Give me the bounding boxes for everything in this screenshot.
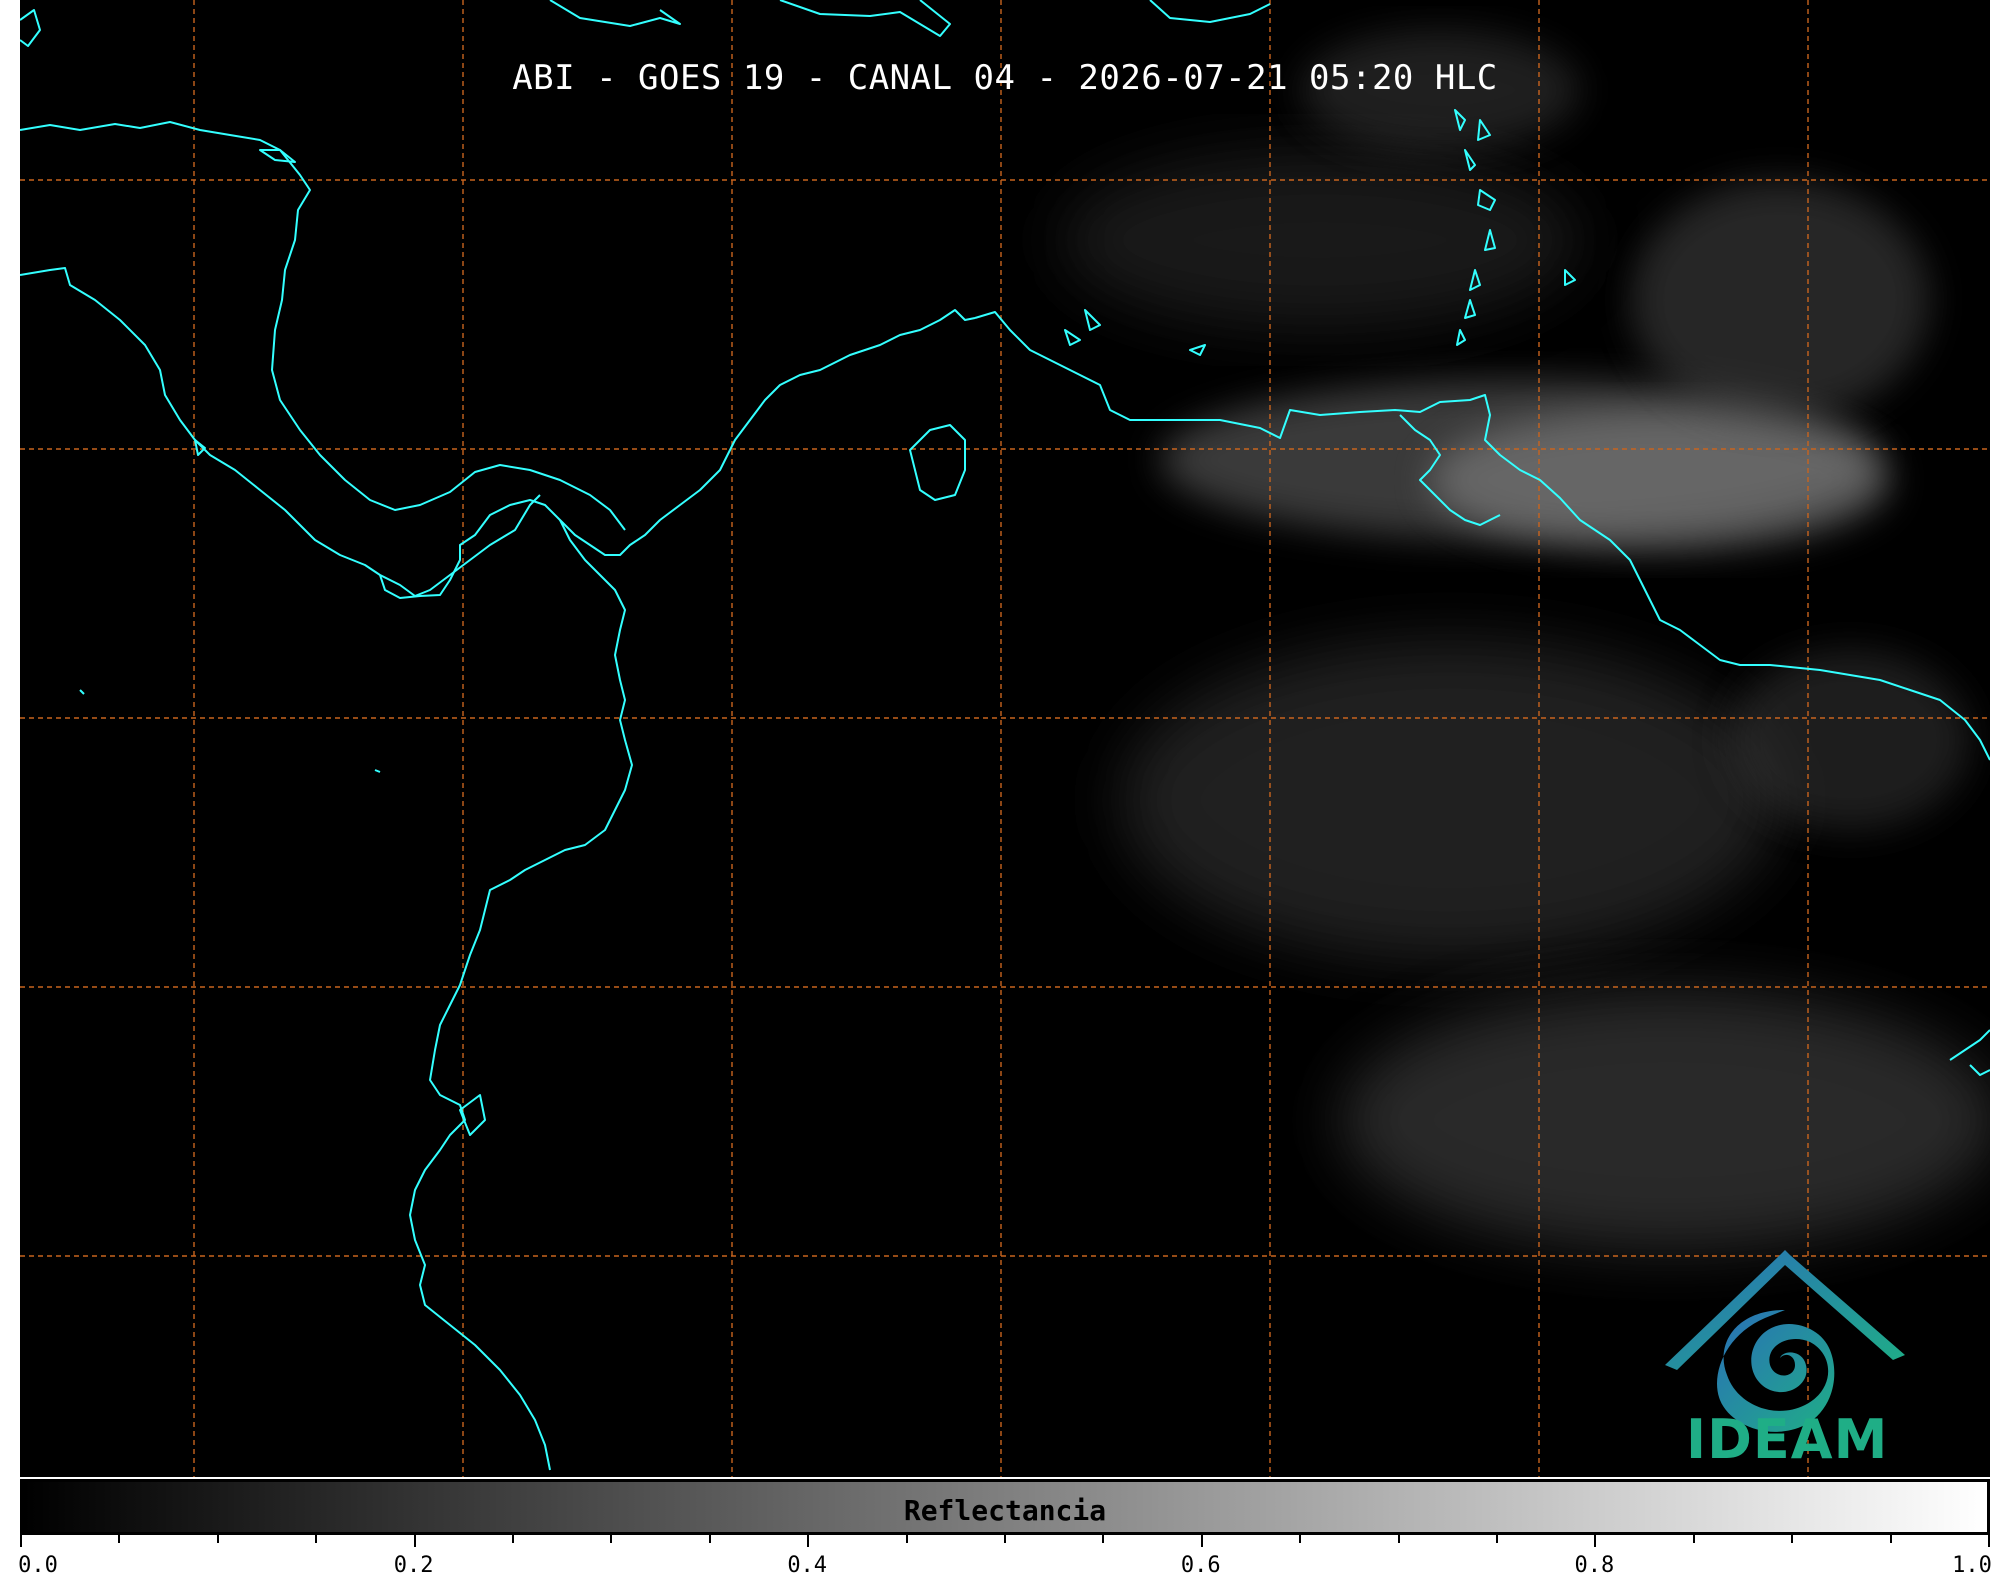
colorbar-minor-tick: [708, 1535, 711, 1543]
coastline-panama-colombia-caribbean: [379, 309, 976, 599]
coastline-pacific-central-america: [20, 267, 541, 597]
colorbar-minor-tick: [118, 1535, 121, 1543]
colorbar-label: Reflectancia: [903, 1494, 1107, 1527]
coastline-lake-maracaibo: [909, 424, 966, 501]
ideam-logo-text: IDEAM: [1686, 1408, 1889, 1471]
colorbar-major-tick: [807, 1535, 810, 1547]
colorbar-major-tick: [20, 1535, 22, 1547]
colorbar-minor-tick: [1791, 1535, 1794, 1543]
colorbar: Reflectancia: [20, 1479, 1990, 1535]
colorbar-ticks: 0.0 0.2 0.4 0.6 0.8 1.0: [18, 1535, 1992, 1578]
colorbar-minor-tick: [905, 1535, 908, 1543]
coastline-island-small: [374, 769, 381, 773]
map-canvas: [20, 0, 1990, 1477]
coastline-gulf-fonseca: [194, 439, 206, 456]
colorbar-minor-tick: [610, 1535, 613, 1543]
colorbar-tick-label: 0.0: [18, 1553, 58, 1578]
colorbar-minor-tick: [1889, 1535, 1892, 1543]
satellite-map: ABI - GOES 19 - CANAL 04 - 2026-07-21 05…: [20, 0, 1990, 1477]
colorbar-minor-tick: [1692, 1535, 1695, 1543]
colorbar-minor-tick: [1004, 1535, 1006, 1543]
colorbar-tick-label: 0.2: [393, 1553, 434, 1578]
coastline-yucatan-tip: [20, 9, 41, 47]
colorbar-minor-tick: [1496, 1535, 1498, 1543]
coastline-puerto-rico: [1149, 0, 1271, 23]
ideam-logo-icon: [1665, 1250, 1905, 1432]
coastline-hispaniola: [779, 0, 951, 37]
colorbar-minor-tick: [216, 1535, 219, 1543]
coastline-bay-islands: [259, 149, 296, 163]
colorbar-major-tick: [1988, 1535, 1990, 1547]
colorbar-tick-label: 0.4: [787, 1553, 828, 1578]
coastline-island-small: [79, 689, 85, 695]
colorbar-major-tick: [413, 1535, 416, 1547]
colorbar-minor-tick: [1102, 1535, 1105, 1543]
colorbar-tick-label: 0.8: [1574, 1553, 1615, 1578]
coastline-island: [1564, 269, 1576, 286]
map-title: ABI - GOES 19 - CANAL 04 - 2026-07-21 05…: [512, 58, 1498, 98]
colorbar-major-tick: [1200, 1535, 1203, 1547]
colorbar-minor-tick: [315, 1535, 318, 1543]
coastline-colombia-pacific: [409, 519, 633, 1471]
coastline-brazil-east: [1949, 1029, 1990, 1061]
coastline-central-america-caribbean: [20, 121, 626, 531]
colorbar-minor-tick: [512, 1535, 514, 1543]
cloud-field: [1060, 30, 1990, 1250]
coastline-abc-islands: [1064, 309, 1206, 356]
colorbar-tick-label: 0.6: [1180, 1553, 1221, 1578]
colorbar-tick-label: 1.0: [1952, 1553, 1992, 1578]
colorbar-minor-tick: [1299, 1535, 1302, 1543]
colorbar-major-tick: [1594, 1535, 1597, 1547]
colorbar-minor-tick: [1397, 1535, 1400, 1543]
coastline-cuba: [549, 0, 681, 27]
